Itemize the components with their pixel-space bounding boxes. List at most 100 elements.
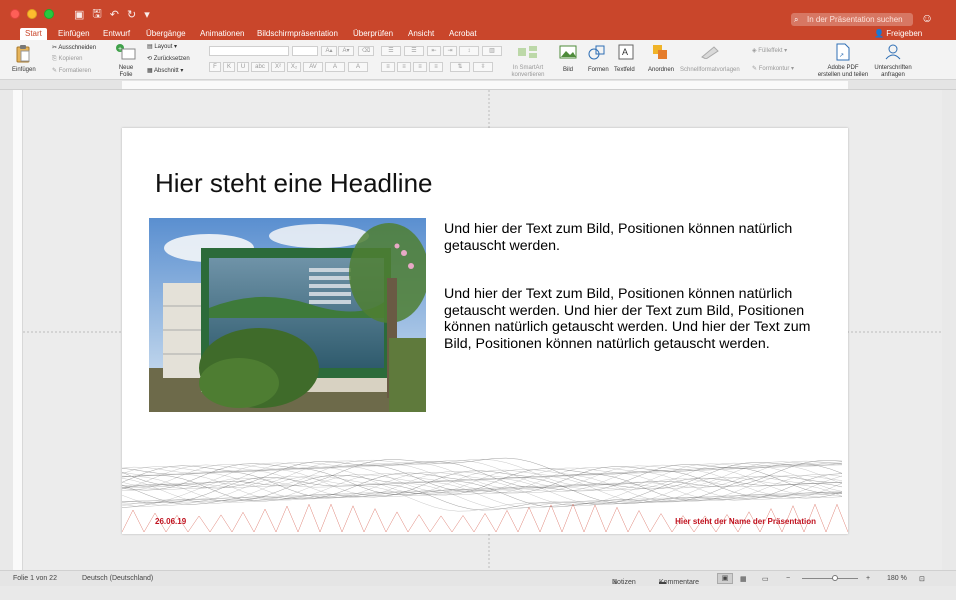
feedback-smiley-icon[interactable]: ☺ bbox=[921, 11, 933, 25]
horizontal-ruler bbox=[0, 80, 956, 90]
shapes-label: Formen bbox=[588, 67, 609, 73]
svg-text:+: + bbox=[118, 46, 122, 53]
tab-ansicht[interactable]: Ansicht bbox=[408, 28, 434, 40]
highlight-button[interactable]: A bbox=[348, 62, 368, 72]
copy-button[interactable]: ⎘ Kopieren bbox=[52, 55, 83, 63]
customize-toolbar-icon[interactable]: ▾ bbox=[144, 8, 150, 21]
save-icon[interactable]: 🖫 bbox=[92, 5, 101, 24]
arrange-icon[interactable] bbox=[652, 44, 668, 60]
section-button[interactable]: ▦ Abschnitt ▾ bbox=[147, 67, 183, 75]
char-spacing-button[interactable]: AV bbox=[303, 62, 323, 72]
cut-label: Ausschneiden bbox=[58, 45, 97, 51]
numbering-button[interactable]: ☰ bbox=[404, 46, 424, 56]
tab-entwurf[interactable]: Entwurf bbox=[103, 28, 130, 40]
textbox-icon[interactable]: A bbox=[618, 44, 634, 60]
justify-button[interactable]: ≡ bbox=[429, 62, 443, 72]
pen-icon: ✎ bbox=[752, 66, 759, 72]
bullets-button[interactable]: ☰ bbox=[381, 46, 401, 56]
line-spacing-button[interactable]: ↕ bbox=[459, 46, 479, 56]
shapes-icon[interactable] bbox=[588, 44, 606, 60]
zoom-slider[interactable] bbox=[802, 578, 858, 579]
smartart-icon[interactable] bbox=[517, 44, 539, 60]
italic-button[interactable]: K bbox=[223, 62, 235, 72]
redo-icon[interactable]: ↻ bbox=[127, 8, 136, 21]
decrease-font-button[interactable]: A▾ bbox=[338, 46, 354, 56]
align-center-button[interactable]: ≡ bbox=[397, 62, 411, 72]
section-icon: ▦ bbox=[147, 68, 155, 74]
footer-date[interactable]: 26.06.19 bbox=[155, 517, 186, 526]
tab-einfuegen[interactable]: Einfügen bbox=[58, 28, 90, 40]
close-window-button[interactable] bbox=[10, 9, 20, 19]
quick-access-toolbar: ▣ 🖫 ↶ ↻ ▾ bbox=[74, 5, 150, 24]
subscript-button[interactable]: X₂ bbox=[287, 62, 301, 72]
slide-headline[interactable]: Hier steht eine Headline bbox=[155, 168, 433, 199]
outdent-button[interactable]: ⇤ bbox=[427, 46, 441, 56]
reset-icon: ⟲ bbox=[147, 56, 154, 62]
bold-button[interactable]: F bbox=[209, 62, 221, 72]
sidebar-toggle-icon[interactable]: ▣ bbox=[74, 8, 84, 21]
text-paragraph-2[interactable]: Und hier der Text zum Bild, Positionen k… bbox=[444, 286, 814, 352]
format-painter-button[interactable]: ✎ Formatieren bbox=[52, 67, 91, 75]
notes-label: Notizen bbox=[612, 579, 636, 586]
adobe-pdf-icon[interactable]: ↗ bbox=[835, 43, 851, 61]
signature-request-icon[interactable] bbox=[884, 43, 902, 61]
zoom-level[interactable]: 180 % bbox=[887, 575, 907, 582]
share-button[interactable]: 👤 Freigeben bbox=[874, 28, 922, 40]
status-bar: Folie 1 von 22 Deutsch (Deutschland) ≜ N… bbox=[0, 570, 956, 587]
reset-button[interactable]: ⟲ Zurücksetzen bbox=[147, 55, 190, 63]
clipboard-paste-icon[interactable] bbox=[14, 44, 32, 64]
text-direction-button[interactable]: ⇅ bbox=[450, 62, 470, 72]
maximize-window-button[interactable] bbox=[44, 9, 54, 19]
shape-outline-button[interactable]: ✎ Formkontur ▾ bbox=[752, 65, 794, 73]
font-family-select[interactable] bbox=[209, 46, 289, 56]
tab-animationen[interactable]: Animationen bbox=[200, 28, 244, 40]
powerpoint-window: ▣ 🖫 ↶ ↻ ▾ ⌕ In der Präsentation suchen ☺… bbox=[0, 0, 956, 600]
ribbon: Einfügen ✂ Ausschneiden ⎘ Kopieren ✎ For… bbox=[0, 40, 956, 80]
superscript-button[interactable]: X² bbox=[271, 62, 285, 72]
slide[interactable]: Hier steht eine Headline Und hier der Te… bbox=[122, 128, 848, 534]
presenter-view-icon[interactable]: ▭ bbox=[762, 575, 769, 583]
new-slide-icon[interactable]: + bbox=[115, 43, 137, 61]
tab-acrobat[interactable]: Acrobat bbox=[449, 28, 477, 40]
reset-label: Zurücksetzen bbox=[153, 56, 190, 62]
slide-sorter-icon[interactable]: ▦ bbox=[740, 575, 747, 583]
align-text-button[interactable]: ⇳ bbox=[473, 62, 493, 72]
normal-view-icon[interactable]: ▣ bbox=[717, 573, 733, 584]
format-label: Formatieren bbox=[58, 68, 92, 74]
fill-effect-button[interactable]: ◈ Fülleffekt ▾ bbox=[752, 47, 787, 55]
increase-font-button[interactable]: A▴ bbox=[321, 46, 337, 56]
zoom-out-icon[interactable]: − bbox=[786, 575, 790, 582]
undo-icon[interactable]: ↶ bbox=[110, 8, 119, 21]
clear-format-icon[interactable]: ⌫ bbox=[358, 46, 374, 56]
search-input[interactable]: In der Präsentation suchen bbox=[791, 13, 913, 26]
columns-button[interactable]: ▥ bbox=[482, 46, 502, 56]
language-indicator[interactable]: Deutsch (Deutschland) bbox=[82, 575, 153, 582]
tab-uebergaenge[interactable]: Übergänge bbox=[146, 28, 186, 40]
tab-start[interactable]: Start bbox=[20, 28, 47, 40]
quick-styles-icon[interactable] bbox=[700, 45, 722, 59]
copy-label: Kopieren bbox=[58, 56, 83, 62]
fit-to-window-icon[interactable]: ⊡ bbox=[919, 575, 925, 583]
picture-icon[interactable] bbox=[559, 45, 577, 59]
underline-button[interactable]: U bbox=[237, 62, 249, 72]
align-left-button[interactable]: ≡ bbox=[381, 62, 395, 72]
add-person-icon: 👤 bbox=[874, 29, 884, 38]
picture-label: Bild bbox=[563, 67, 574, 73]
ribbon-tabs: Start Einfügen Entwurf Übergänge Animati… bbox=[0, 28, 956, 40]
tab-bildschirmpraesentation[interactable]: Bildschirmpräsentation bbox=[257, 28, 338, 40]
zoom-in-icon[interactable]: + bbox=[866, 575, 870, 582]
indent-button[interactable]: ⇥ bbox=[443, 46, 457, 56]
text-paragraph-1[interactable]: Und hier der Text zum Bild, Positionen k… bbox=[444, 221, 814, 254]
smartart-label: In SmartArt konvertieren bbox=[511, 65, 545, 78]
tab-ueberpruefen[interactable]: Überprüfen bbox=[353, 28, 393, 40]
zoom-slider-thumb[interactable] bbox=[832, 575, 838, 581]
footer-presentation-name[interactable]: Hier steht der Name der Präsentation bbox=[675, 517, 816, 526]
font-size-select[interactable] bbox=[292, 46, 318, 56]
layout-button[interactable]: ▤ Layout ▾ bbox=[147, 43, 177, 51]
strikethrough-button[interactable]: abc bbox=[251, 62, 269, 72]
minimize-window-button[interactable] bbox=[27, 9, 37, 19]
font-color-button[interactable]: A bbox=[325, 62, 345, 72]
cut-button[interactable]: ✂ Ausschneiden bbox=[52, 44, 96, 52]
align-right-button[interactable]: ≡ bbox=[413, 62, 427, 72]
slide-photo[interactable] bbox=[149, 218, 426, 412]
